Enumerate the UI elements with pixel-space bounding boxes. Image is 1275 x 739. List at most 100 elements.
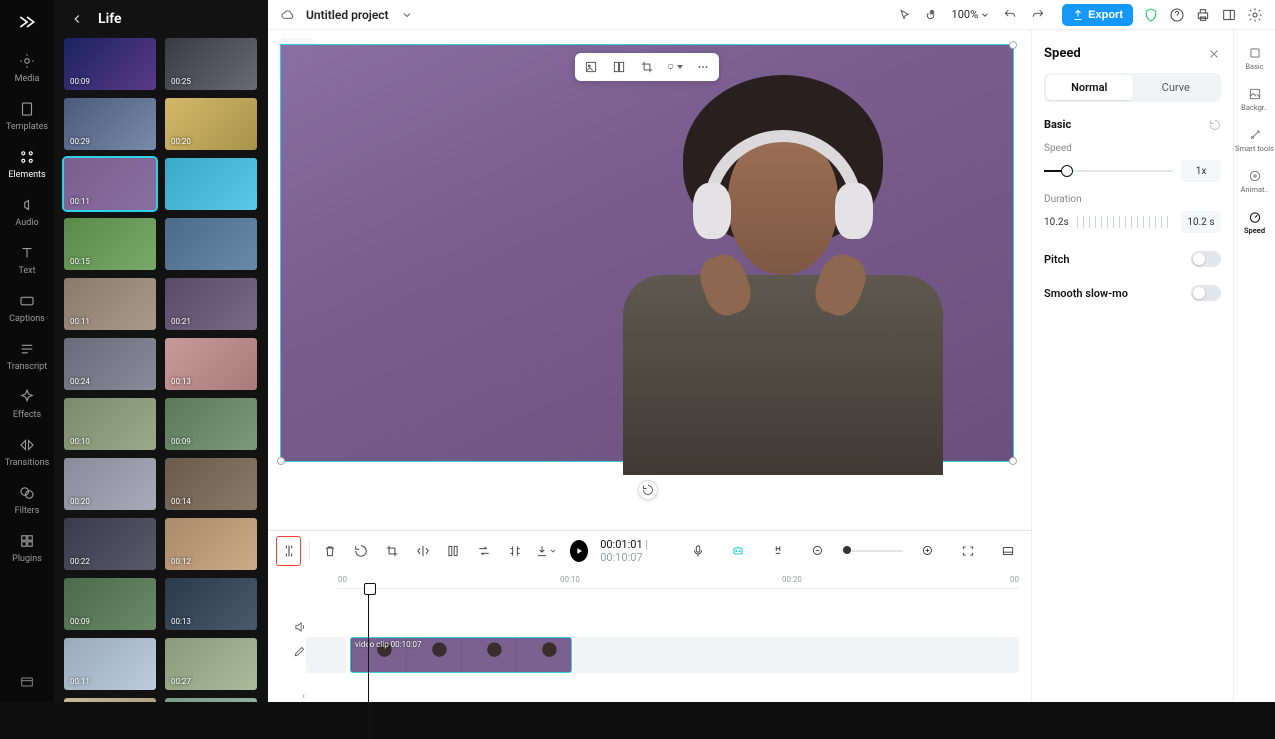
rail-media[interactable]: Media <box>0 44 54 92</box>
asset-thumb[interactable]: 00:13 <box>165 578 257 630</box>
freeze-button[interactable] <box>503 536 528 566</box>
ai-button[interactable] <box>723 536 753 566</box>
asset-thumb[interactable]: 00:21 <box>165 278 257 330</box>
rail-templates[interactable]: Templates <box>0 92 54 140</box>
back-icon[interactable] <box>68 10 86 28</box>
duration-value[interactable]: 10.2 s <box>1181 211 1221 233</box>
mic-button[interactable] <box>683 536 713 566</box>
rail-transitions[interactable]: Transitions <box>0 428 54 476</box>
video-frame[interactable] <box>280 44 1014 462</box>
pitch-toggle[interactable] <box>1191 251 1221 267</box>
ft-swap-icon[interactable] <box>667 59 683 75</box>
track-mute-button[interactable] <box>293 620 307 634</box>
redo-icon[interactable] <box>1030 7 1046 23</box>
zoom-in-button[interactable] <box>913 536 943 566</box>
slowmo-toggle[interactable] <box>1191 285 1221 301</box>
zoom-level[interactable]: 100% <box>952 8 991 21</box>
crop-button[interactable] <box>379 536 404 566</box>
panels-icon[interactable] <box>1221 7 1237 23</box>
reset-icon[interactable] <box>1209 119 1221 131</box>
asset-thumb[interactable]: 00:09 <box>165 398 257 450</box>
ft-more-icon[interactable] <box>695 59 711 75</box>
rail-filters[interactable]: Filters <box>0 476 54 524</box>
asset-thumb[interactable]: 00:14 <box>165 458 257 510</box>
expand-button[interactable] <box>993 536 1023 566</box>
timeline-ruler[interactable]: 00 00:10 00:20 00 <box>338 571 1019 589</box>
rotate-button[interactable] <box>349 536 374 566</box>
asset-thumb[interactable]: 00:25 <box>165 38 257 90</box>
export-button[interactable]: Export <box>1062 4 1133 26</box>
rail-text[interactable]: Text <box>0 236 54 284</box>
resize-handle-bl[interactable] <box>277 457 285 465</box>
rail-audio[interactable]: Audio <box>0 188 54 236</box>
reverse-button[interactable] <box>472 536 497 566</box>
rr-background[interactable]: Backgr.. <box>1234 81 1275 118</box>
zoom-slider[interactable] <box>843 550 903 552</box>
shield-icon[interactable] <box>1143 7 1159 23</box>
video-clip[interactable]: video clip 00:10:07 <box>350 637 572 673</box>
fit-button[interactable] <box>953 536 983 566</box>
asset-thumb[interactable]: 00:13 <box>165 338 257 390</box>
asset-thumb[interactable]: 00:11 <box>165 698 257 702</box>
close-icon[interactable] <box>1207 47 1221 61</box>
asset-thumb[interactable]: 00:18 <box>64 698 156 702</box>
asset-thumb[interactable]: 00:12 <box>165 518 257 570</box>
asset-thumb[interactable]: 00:29 <box>64 98 156 150</box>
asset-thumb[interactable]: 00:15 <box>64 218 156 270</box>
asset-thumb[interactable]: 00:11 <box>64 638 156 690</box>
undo-icon[interactable] <box>1002 7 1018 23</box>
cloud-icon[interactable] <box>280 7 296 23</box>
rail-effects[interactable]: Effects <box>0 380 54 428</box>
zoom-out-button[interactable] <box>803 536 833 566</box>
rail-plugins[interactable]: Plugins <box>0 524 54 572</box>
scroll-left-button[interactable]: ‹ <box>302 691 305 702</box>
rotate-handle[interactable] <box>638 480 658 500</box>
rail-elements[interactable]: Elements <box>0 140 54 188</box>
ft-crop-icon[interactable] <box>639 59 655 75</box>
magnet-button[interactable] <box>763 536 793 566</box>
split-button[interactable] <box>276 536 301 566</box>
hand-icon[interactable] <box>924 7 940 23</box>
gear-icon[interactable] <box>1247 7 1263 23</box>
playhead[interactable] <box>368 589 369 739</box>
timeline-tracks[interactable]: video clip 00:10:07 <box>268 589 1031 689</box>
ft-replace-icon[interactable] <box>583 59 599 75</box>
rr-speed[interactable]: Speed <box>1234 204 1275 241</box>
asset-thumb[interactable]: 00:22 <box>64 518 156 570</box>
print-icon[interactable] <box>1195 7 1211 23</box>
asset-thumb[interactable]: 00:09 <box>64 578 156 630</box>
delete-button[interactable] <box>318 536 343 566</box>
tab-normal[interactable]: Normal <box>1046 75 1133 100</box>
track-edit-button[interactable] <box>293 644 307 658</box>
asset-thumb[interactable]: 00:20 <box>165 98 257 150</box>
resize-handle-br[interactable] <box>1009 457 1017 465</box>
rr-basic[interactable]: Basic <box>1234 40 1275 77</box>
asset-thumb[interactable] <box>165 218 257 270</box>
flip-button[interactable] <box>441 536 466 566</box>
asset-thumb[interactable]: 00:11 <box>64 278 156 330</box>
rail-collapse[interactable] <box>0 674 54 690</box>
speed-value[interactable]: 1x <box>1181 160 1221 182</box>
resize-handle-tr[interactable] <box>1009 41 1017 49</box>
tab-curve[interactable]: Curve <box>1133 75 1220 100</box>
download-button[interactable] <box>533 536 558 566</box>
asset-thumb[interactable] <box>165 158 257 210</box>
asset-thumb[interactable]: 00:10 <box>64 398 156 450</box>
pointer-icon[interactable] <box>896 7 912 23</box>
rr-animation[interactable]: Animat.. <box>1234 163 1275 200</box>
play-button[interactable] <box>570 540 588 562</box>
asset-thumb[interactable]: 00:11 <box>64 158 156 210</box>
asset-thumb[interactable]: 00:24 <box>64 338 156 390</box>
chevron-down-icon[interactable] <box>401 9 413 21</box>
rail-captions[interactable]: Captions <box>0 284 54 332</box>
mirror-button[interactable] <box>410 536 435 566</box>
project-title[interactable]: Untitled project <box>306 8 389 22</box>
asset-thumb[interactable]: 00:27 <box>165 638 257 690</box>
rr-smart-tools[interactable]: Smart tools <box>1234 122 1275 159</box>
rail-transcript[interactable]: Transcript <box>0 332 54 380</box>
asset-thumb[interactable]: 00:20 <box>64 458 156 510</box>
help-icon[interactable] <box>1169 7 1185 23</box>
speed-slider[interactable] <box>1044 170 1173 172</box>
ft-layout-icon[interactable] <box>611 59 627 75</box>
asset-grid[interactable]: 00:0900:2500:2900:2000:1100:1500:1100:21… <box>54 38 268 702</box>
